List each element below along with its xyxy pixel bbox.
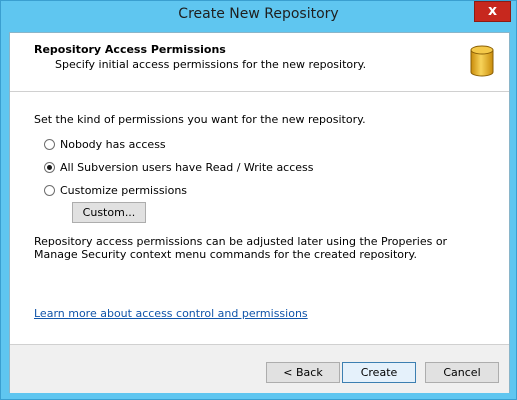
close-button[interactable]: x <box>474 1 511 22</box>
permissions-intro: Set the kind of permissions you want for… <box>34 113 366 126</box>
window-title: Create New Repository <box>178 6 339 22</box>
radio-button-selected[interactable] <box>44 161 55 173</box>
dialog-client: Repository Access Permissions Specify in… <box>9 32 510 393</box>
radio-button[interactable] <box>44 138 55 150</box>
radio-customize-permissions[interactable]: Customize permissions <box>44 182 187 198</box>
close-icon: x <box>487 3 498 19</box>
cancel-button[interactable]: Cancel <box>425 362 499 383</box>
back-button[interactable]: < Back <box>266 362 340 383</box>
create-button[interactable]: Create <box>342 362 416 383</box>
radio-label: Customize permissions <box>60 183 188 197</box>
wizard-header: Repository Access Permissions Specify in… <box>10 33 509 92</box>
radio-label: All Subversion users have Read / Write a… <box>60 160 314 174</box>
radio-button[interactable] <box>44 184 55 196</box>
database-icon <box>470 45 494 77</box>
wizard-content: Set the kind of permissions you want for… <box>10 92 509 344</box>
custom-button[interactable]: Custom... <box>72 202 146 223</box>
title-bar[interactable]: Create New Repository x <box>1 1 516 32</box>
wizard-footer: < Back Create Cancel <box>10 344 509 393</box>
radio-label: Nobody has access <box>60 137 166 151</box>
radio-nobody-access[interactable]: Nobody has access <box>44 136 166 152</box>
permissions-note: Repository access permissions can be adj… <box>34 235 448 261</box>
learn-more-link[interactable]: Learn more about access control and perm… <box>34 307 308 320</box>
header-subtitle: Specify initial access permissions for t… <box>55 58 367 71</box>
radio-all-users-read-write[interactable]: All Subversion users have Read / Write a… <box>44 159 314 175</box>
dialog-window: Create New Repository x Repository Acces… <box>0 0 517 400</box>
header-title: Repository Access Permissions <box>34 43 226 56</box>
